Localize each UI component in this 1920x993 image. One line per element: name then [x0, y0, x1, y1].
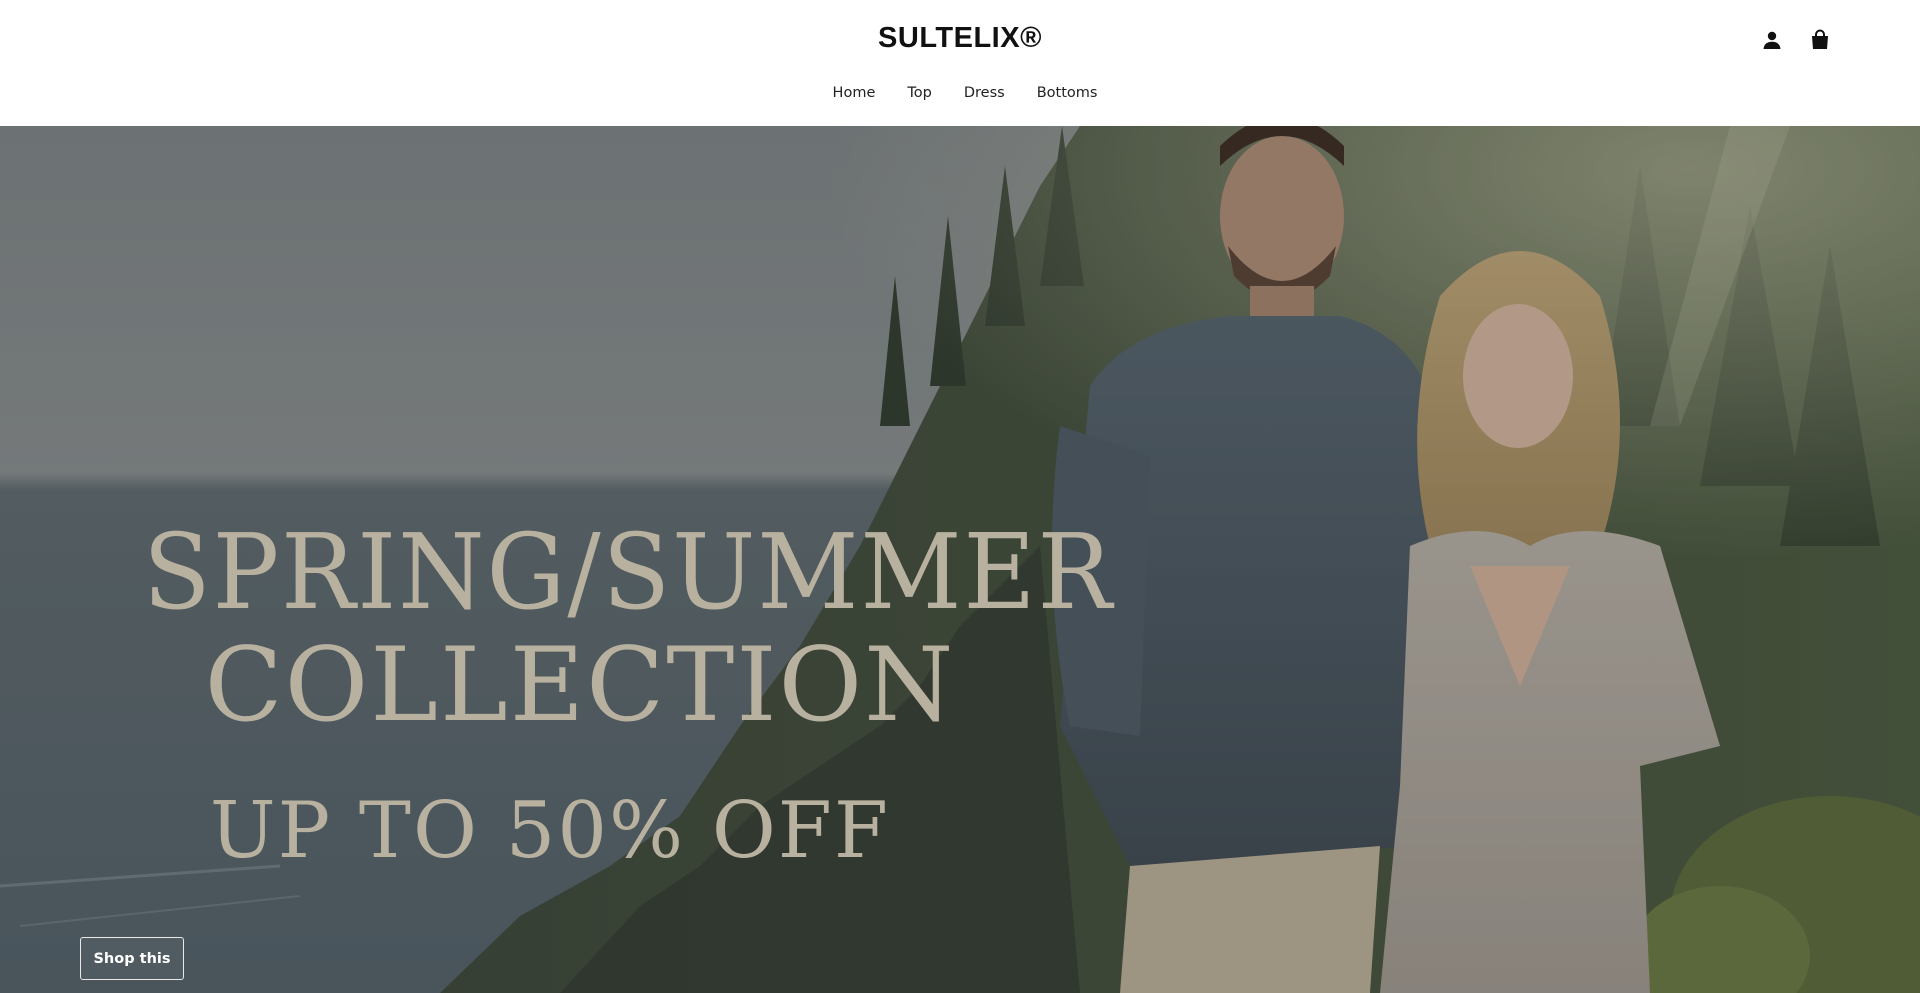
nav-home[interactable]: Home [833, 85, 876, 101]
account-icon[interactable] [1760, 28, 1784, 52]
hero-discount-text: UP TO 50% OFF [209, 786, 891, 876]
main-nav: Home Top Dress Bottoms [0, 85, 1920, 101]
hero-banner: SPRING/SUMMER COLLECTION UP TO 50% OFF S… [0, 126, 1920, 993]
site-header: SULTELIX® Home Top Dress Bottoms [0, 0, 1920, 126]
shopping-bag-icon[interactable] [1808, 28, 1832, 52]
nav-top[interactable]: Top [907, 85, 931, 101]
brand-logo[interactable]: SULTELIX® [0, 22, 1920, 55]
nav-dress[interactable]: Dress [964, 85, 1005, 101]
shop-this-button[interactable]: Shop this [80, 937, 184, 980]
hero-headline-line1: SPRING/SUMMER [143, 511, 1114, 633]
nav-bottoms[interactable]: Bottoms [1037, 85, 1098, 101]
hero-headline-line2: COLLECTION [204, 626, 956, 745]
